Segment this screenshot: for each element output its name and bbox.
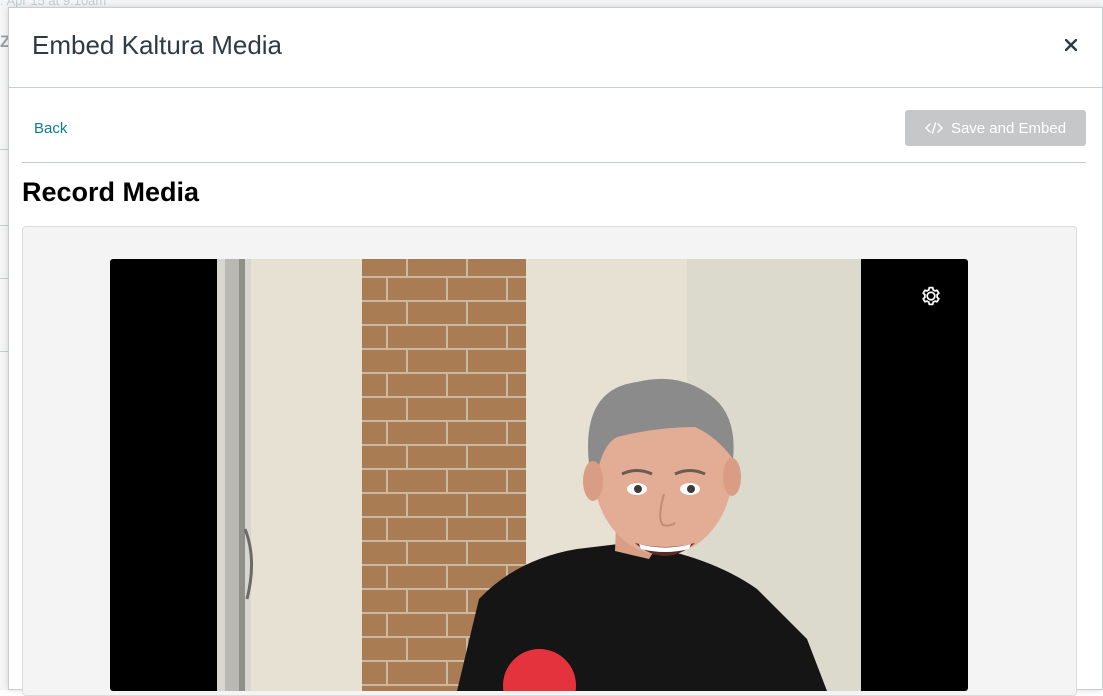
background-divider [0, 351, 8, 352]
background-divider [0, 225, 8, 226]
background-divider [0, 278, 8, 279]
section-title: Record Media [22, 177, 200, 207]
gear-icon [922, 286, 940, 306]
webcam-preview [110, 259, 968, 691]
back-link[interactable]: Back [34, 120, 67, 137]
save-and-embed-button[interactable]: Save and Embed [905, 110, 1086, 146]
toolbar-divider [22, 162, 1086, 163]
settings-button[interactable] [918, 283, 944, 309]
camera-feed [217, 259, 861, 691]
code-icon [925, 122, 943, 134]
modal-header: Embed Kaltura Media [9, 8, 1102, 88]
modal-title: Embed Kaltura Media [32, 30, 283, 60]
close-icon [1065, 39, 1077, 51]
save-button-label: Save and Embed [950, 119, 1067, 137]
background-divider [0, 149, 8, 150]
close-button[interactable] [1060, 34, 1082, 56]
camera-image [217, 259, 861, 691]
